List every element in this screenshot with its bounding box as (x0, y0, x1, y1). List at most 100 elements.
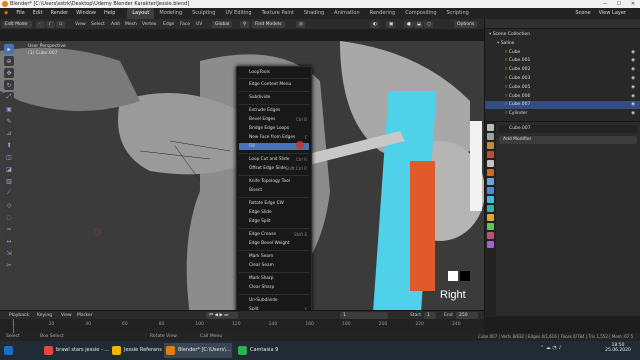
blender-menu-icon[interactable]: ◉ (0, 8, 12, 19)
menu-file[interactable]: File (12, 8, 28, 19)
context-menu-item[interactable]: Edge Context Menu (249, 82, 291, 87)
snap-target-dropdown[interactable]: Find Models (252, 21, 285, 28)
constraints-tab-icon[interactable] (487, 214, 494, 221)
cursor-tool-icon[interactable]: ⊕ (4, 56, 14, 66)
context-menu-item[interactable]: Knife Topology Tool (249, 179, 290, 184)
clock[interactable]: 18:50 25.06.2020 (600, 343, 636, 353)
context-menu-item[interactable]: Offset Edge Slide (249, 166, 286, 171)
close-button[interactable]: ✕ (626, 0, 640, 8)
material-tab-icon[interactable] (487, 232, 494, 239)
face-select-button[interactable]: ▫ (56, 21, 65, 28)
tab-shading[interactable]: Shading (299, 8, 329, 19)
context-menu-item[interactable]: Bisect (249, 188, 262, 193)
shading-material-icon[interactable]: ◒ (414, 21, 423, 28)
timeline[interactable]: 120406080100120140160180200220240 (0, 319, 484, 333)
output-tab-icon[interactable] (487, 142, 494, 149)
rotate-tool-icon[interactable]: ↻ (4, 80, 14, 90)
menu-vertex[interactable]: Vertex (139, 20, 159, 29)
context-menu-item[interactable]: Rotate Edge CW (249, 201, 284, 206)
loop-cut-tool-icon[interactable]: ▥ (4, 176, 14, 186)
menu-help[interactable]: Help (100, 8, 119, 19)
render-tab-icon[interactable] (487, 133, 494, 140)
shading-rendered-icon[interactable]: ○ (424, 21, 433, 28)
playback-controls[interactable]: ⏮ ◀ ▶ ⏭ (206, 312, 238, 319)
outliner-row[interactable]: ▿ Cube.005 ◉ (485, 84, 640, 92)
outliner-row[interactable]: ▾ Scene Collection (485, 31, 640, 39)
context-menu-item[interactable]: Clear Seam (249, 263, 274, 268)
tab-rendering[interactable]: Rendering (365, 8, 401, 19)
outliner-row[interactable]: ▿ Cube.003 ◉ (485, 75, 640, 83)
menu-view[interactable]: View (72, 20, 89, 29)
menu-edge[interactable]: Edge (160, 20, 177, 29)
taskbar-item-chrome[interactable]: brawl stars jessie - ... (42, 343, 109, 358)
knife-tool-icon[interactable]: ⟋ (4, 188, 14, 198)
bevel-tool-icon[interactable]: ◪ (4, 164, 14, 174)
start-frame-field[interactable]: 1 (424, 312, 436, 319)
select-tool-icon[interactable]: ▸ (4, 44, 14, 54)
scale-tool-icon[interactable]: ⤢ (4, 92, 14, 102)
context-menu-item[interactable]: Subdivide (249, 95, 270, 100)
physics-tab-icon[interactable] (487, 205, 494, 212)
context-menu-item[interactable]: LoopTools (249, 70, 270, 75)
data-tab-icon[interactable] (487, 223, 494, 230)
visibility-eye-icon[interactable]: ◉ (631, 84, 635, 92)
smooth-tool-icon[interactable]: ≈ (4, 224, 14, 234)
minimize-button[interactable]: — (598, 0, 612, 8)
context-menu-item[interactable]: Loop Cut and Slide (249, 157, 289, 162)
xray-icon[interactable]: ▣ (386, 21, 395, 28)
outliner-row[interactable]: ▿ Cube.002 ◉ (485, 66, 640, 74)
texture-tab-icon[interactable] (487, 241, 494, 248)
spin-tool-icon[interactable]: ◌ (4, 212, 14, 222)
pivot-global-dropdown[interactable]: Global (212, 21, 233, 28)
outliner-row[interactable]: ▿ Cube.007 ◉ (485, 101, 640, 110)
menu-select[interactable]: Select (88, 20, 108, 29)
context-menu-item[interactable]: Edge Bevel Weight (249, 241, 290, 246)
context-menu-item[interactable]: Extrude Edges (249, 108, 280, 113)
tab-animation[interactable]: Animation (329, 8, 365, 19)
outliner-row[interactable]: ▿ Cube.001 ◉ (485, 57, 640, 65)
menu-add[interactable]: Add (108, 20, 123, 29)
menu-uv[interactable]: UV (193, 20, 205, 29)
context-menu-item[interactable]: Un-Subdivide (249, 298, 278, 303)
visibility-eye-icon[interactable]: ◉ (631, 110, 635, 118)
extrude-tool-icon[interactable]: ⬆ (4, 140, 14, 150)
shrink-tool-icon[interactable]: ⇲ (4, 248, 14, 258)
transform-tool-icon[interactable]: ▣ (4, 104, 14, 114)
context-menu-item[interactable]: Edge Split (249, 219, 271, 224)
taskbar-item-camtasia[interactable]: Camtasia 9 (236, 343, 286, 358)
poly-build-tool-icon[interactable]: ◇ (4, 200, 14, 210)
tab-texture-paint[interactable]: Texture Paint (257, 8, 299, 19)
tab-layout[interactable]: Layout (127, 8, 155, 19)
shading-solid-icon[interactable]: ● (404, 21, 413, 28)
annotate-tool-icon[interactable]: ✎ (4, 116, 14, 126)
options-dropdown[interactable]: Options (454, 21, 478, 28)
mode-selector[interactable]: Edit Mode (2, 21, 32, 28)
object-tab-icon[interactable] (487, 178, 494, 185)
context-menu-item[interactable]: Bevel Edges (249, 117, 275, 122)
menu-face[interactable]: Face (177, 20, 193, 29)
measure-tool-icon[interactable]: ⊿ (4, 128, 14, 138)
context-menu-item[interactable]: Edge Slide (249, 210, 272, 215)
maximize-button[interactable]: ☐ (612, 0, 626, 8)
system-tray-icons[interactable]: ⌃ ☁ ◔ ♪ (540, 345, 580, 355)
visibility-eye-icon[interactable]: ◉ (631, 93, 635, 101)
context-menu-item[interactable]: Clear Sharp (249, 285, 274, 290)
tab-sculpting[interactable]: Sculpting (187, 8, 220, 19)
outliner-row[interactable]: ▾ Saline (485, 40, 640, 48)
rip-tool-icon[interactable]: ✂ (4, 260, 14, 270)
taskbar-item-blender[interactable]: Blender* [C:\Users\... (164, 343, 232, 358)
proportional-icon[interactable]: ◎ (296, 21, 305, 28)
tab-scripting[interactable]: Scripting (442, 8, 474, 19)
context-menu-item[interactable]: Mark Sharp (249, 276, 274, 281)
visibility-eye-icon[interactable]: ◉ (631, 49, 635, 57)
visibility-eye-icon[interactable]: ◉ (631, 75, 635, 83)
context-menu-item[interactable]: Bridge Edge Loops (249, 126, 289, 131)
tab-uv-editing[interactable]: UV Editing (220, 8, 256, 19)
add-modifier-button[interactable]: Add Modifier (499, 136, 637, 144)
menu-edit[interactable]: Edit (29, 8, 47, 19)
start-button[interactable] (2, 343, 26, 358)
current-frame-field[interactable]: 1 (340, 312, 388, 319)
outliner-row[interactable]: ▿ Cylinder ◉ (485, 110, 640, 118)
visibility-eye-icon[interactable]: ◉ (631, 66, 635, 74)
context-menu-item[interactable]: Mark Seam (249, 254, 273, 259)
